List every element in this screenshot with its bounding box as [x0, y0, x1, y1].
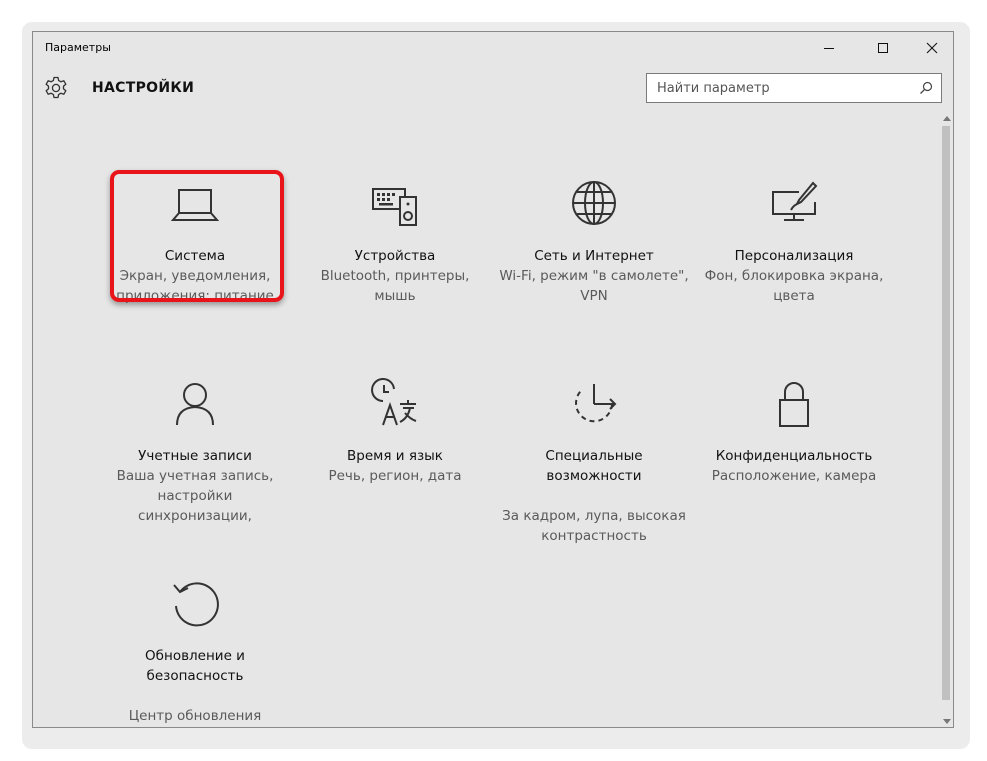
tile-update-security[interactable]: Обновление и безопасность Центр обновлен… [100, 570, 290, 724]
tile-label: Специальные возможности [545, 448, 643, 484]
tile-personalization[interactable]: Персонализация Фон, блокировка экрана, ц… [699, 170, 889, 320]
globe-icon [572, 181, 616, 225]
minimize-button[interactable] [806, 32, 852, 64]
tile-description: Bluetooth, принтеры, мышь [320, 268, 470, 304]
tile-description: Речь, регион, дата [328, 468, 462, 484]
gear-icon [45, 76, 67, 99]
tile-devices[interactable]: Устройства Bluetooth, принтеры, мышь [300, 170, 490, 320]
search-icon[interactable] [919, 81, 933, 95]
page-title: НАСТРОЙКИ [92, 80, 195, 96]
search-input[interactable] [647, 74, 915, 102]
devices-icon [372, 188, 417, 226]
tile-network[interactable]: Сеть и Интернет Wi-Fi, режим "в самолете… [499, 170, 689, 320]
settings-window: Параметры НАСТРОЙКИ Найти параметр Систе… [32, 31, 954, 728]
tile-label: Обновление и безопасность [145, 648, 245, 684]
tile-accounts[interactable]: Учетные записи Ваша учетная запись, наст… [100, 370, 290, 524]
tile-privacy[interactable]: Конфиденциальность Расположение, камера [699, 370, 889, 520]
close-icon [926, 42, 938, 54]
close-button[interactable] [909, 32, 953, 64]
tile-description: Фон, блокировка экрана, цвета [704, 268, 884, 304]
person-icon [176, 383, 214, 426]
tile-description: За кадром, лупа, высокая контрастность [502, 508, 686, 544]
tile-description: Wi-Fi, режим "в самолете", VPN [499, 268, 689, 304]
update-icon [173, 582, 219, 627]
tile-label: Устройства [354, 248, 436, 264]
scroll-up-arrow-icon[interactable] [943, 116, 951, 121]
lock-icon [779, 382, 809, 427]
scroll-thumb[interactable] [942, 126, 950, 700]
ease-of-access-icon [575, 384, 617, 423]
maximize-icon [878, 43, 888, 53]
maximize-button[interactable] [860, 32, 906, 64]
tile-ease-of-access[interactable]: Специальные возможности За кадром, лупа,… [499, 370, 689, 544]
tile-description: Центр обновления Windows, [128, 708, 262, 724]
tile-description: Расположение, камера [711, 468, 877, 484]
highlight-frame [110, 170, 284, 302]
tile-label: Конфиденциальность [715, 448, 873, 464]
time-language-icon [371, 378, 417, 426]
personalization-icon [772, 181, 818, 221]
scroll-down-arrow-icon[interactable] [943, 719, 951, 724]
title-bar[interactable]: Параметры [33, 32, 953, 64]
tile-label: Время и язык [347, 448, 443, 464]
minimize-icon [824, 48, 834, 49]
tile-label: Учетные записи [138, 448, 252, 464]
tile-time-language[interactable]: Время и язык Речь, регион, дата [300, 370, 490, 520]
tile-description: Ваша учетная запись, настройки синхрониз… [116, 468, 274, 524]
window-title: Параметры [45, 41, 111, 54]
tile-label: Сеть и Интернет [534, 248, 654, 264]
vertical-scrollbar[interactable] [940, 112, 953, 727]
tile-label: Персонализация [734, 248, 854, 264]
search-box[interactable] [646, 73, 942, 103]
